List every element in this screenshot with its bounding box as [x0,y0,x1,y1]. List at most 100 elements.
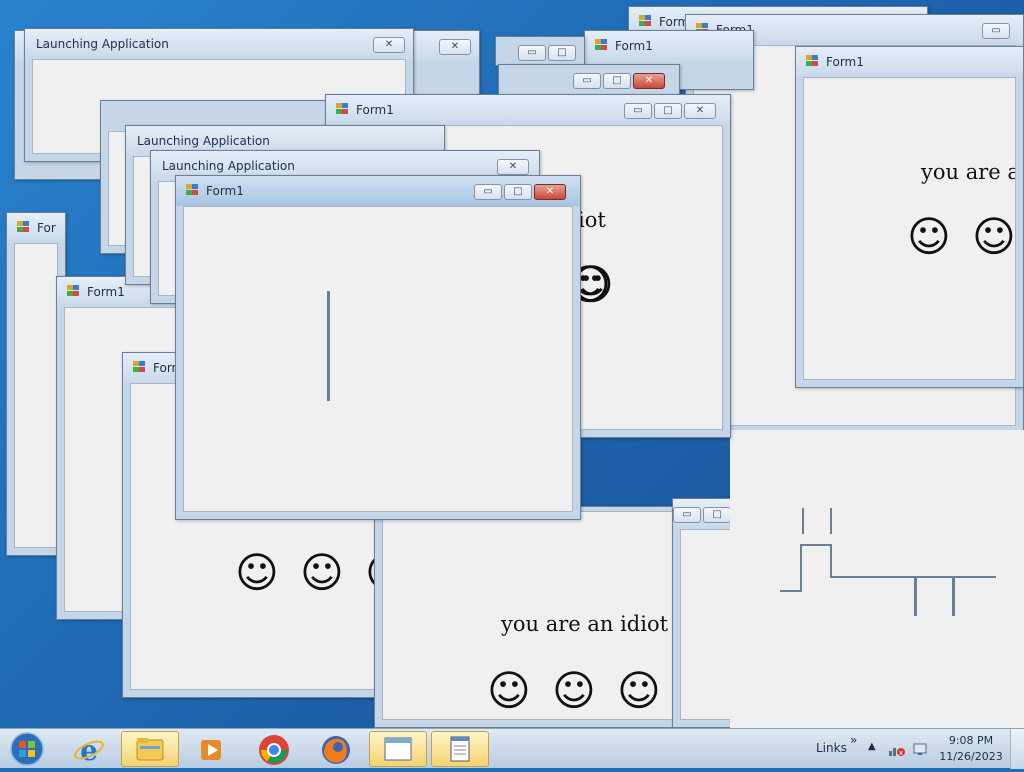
title-bar[interactable]: Form1 [585,31,753,61]
form-app-icon [595,39,608,51]
svg-text:x: x [899,749,903,757]
window-form1[interactable]: you are an idiot ☺ ☺ ☺ [374,506,684,728]
smiley-icon: ☺ [235,548,279,597]
network-error-icon[interactable]: x [888,741,906,757]
clock-time: 9:08 PM [948,734,994,747]
window-form1[interactable]: Form1 you are an ☺ ☺ [795,46,1024,388]
idiot-message: you are an idiot [501,612,669,636]
window-icon [384,737,412,761]
start-button[interactable] [2,731,52,767]
close-button[interactable]: ✕ [439,39,471,55]
render-artifact [730,430,1024,728]
taskbar-item-internet-explorer[interactable]: e [60,731,118,767]
render-artifact [952,578,955,616]
minimize-button[interactable]: ▭ [474,184,502,200]
render-artifact [327,291,330,401]
taskbar-item-notepad-app[interactable] [431,731,489,767]
media-player-icon [201,740,221,760]
form-client-area [14,243,58,548]
form-app-icon [67,285,80,297]
taskbar-item-google-chrome[interactable] [245,731,303,767]
form-app-icon [639,15,652,27]
taskbar-item-form1-app[interactable] [369,731,427,767]
render-artifact [914,578,917,616]
taskbar-item-windows-explorer[interactable] [121,731,179,767]
taskbar-item-windows-media-player[interactable] [182,731,240,767]
window-controls: ✕ [373,37,405,53]
window-title: Forr [153,361,177,375]
taskbar-item-mozilla-firefox[interactable] [307,731,365,767]
maximize-button[interactable]: □ [654,103,682,119]
smiley-icon: ☺ [617,666,661,715]
render-artifact [830,544,832,578]
form-client-area: you are an idiot ☺ ☺ ☺ [382,511,676,720]
minimize-button[interactable]: ▭ [982,23,1010,39]
window-title: Form1 [615,39,653,53]
render-artifact [800,544,802,592]
window-controls: ▭ □ ✕ [573,73,665,89]
title-bar[interactable]: Launching Application ✕ [25,29,413,59]
minimize-button[interactable]: ▭ [573,73,601,89]
render-artifact [830,508,832,534]
window-title: Launching Application [36,37,169,51]
window-title: Form1 [87,285,125,299]
window-title: Launching Application [162,159,295,173]
maximize-button[interactable]: □ [548,45,576,61]
maximize-button[interactable]: □ [703,507,731,523]
clock-date: 11/26/2023 [939,750,1003,763]
window-controls: ▭ □ [518,45,576,61]
window-title: Form1 [826,55,864,69]
desktop: Form1 Form1 ▭ Form1 ▭ □ ▭ □ ✕ [0,0,1024,728]
form-app-icon [133,361,146,373]
form-app-icon [17,221,30,233]
smiley-icon: ☺ [552,666,596,715]
window-title: Launching Application [137,134,270,148]
close-button[interactable]: ✕ [633,73,665,89]
title-bar[interactable]: For [7,213,65,243]
firefox-icon [322,736,350,764]
action-center-icon[interactable] [912,741,928,757]
taskbar: e Links » ▲ x 9:08 PM 11/26/2023 [0,728,1024,769]
window-controls: ▭ □ ✕ [474,184,566,200]
smiley-icon: ☺ [487,666,531,715]
close-button[interactable]: ✕ [534,184,566,200]
title-bar[interactable]: Form1 [796,47,1023,77]
close-button[interactable]: ✕ [373,37,405,53]
window-form1[interactable]: ▭ □ [495,36,585,66]
chrome-icon [259,735,289,765]
svg-text:e: e [80,734,98,767]
title-bar[interactable]: Form1 ▭ □ ✕ [176,176,580,206]
minimize-button[interactable]: ▭ [673,507,701,523]
window-controls: ✕ [439,39,471,55]
show-hidden-icons-button[interactable]: ▲ [868,741,876,752]
render-artifact [802,508,804,534]
system-clock[interactable]: 9:08 PM 11/26/2023 [936,733,1006,765]
window-form1[interactable]: ▭ □ ✕ [498,64,680,98]
close-button[interactable]: ✕ [497,159,529,175]
window-title: For [37,221,56,235]
maximize-button[interactable]: □ [504,184,532,200]
window-controls: ▭ □ ✕ [624,103,716,119]
window-controls: ✕ [497,159,529,175]
smiley-icon: ☺ [972,212,1016,261]
close-button[interactable]: ✕ [684,103,716,119]
ie-icon: e [74,734,104,767]
window-form1-focused[interactable]: Form1 ▭ □ ✕ [175,175,581,520]
window-title: Form1 [356,103,394,117]
maximize-button[interactable]: □ [603,73,631,89]
links-toolbar[interactable]: Links [816,741,847,755]
minimize-button[interactable]: ▭ [624,103,652,119]
form-client-area [183,206,573,512]
render-artifact [780,590,800,592]
form-app-icon [336,103,349,115]
idiot-message-fragment: iot [578,208,606,232]
windows-logo-icon [10,732,44,766]
render-artifact [800,544,830,546]
minimize-button[interactable]: ▭ [518,45,546,61]
window-title: Form1 [206,184,244,198]
form-app-icon [186,184,199,196]
render-artifact [830,576,996,578]
links-chevron-icon[interactable]: » [850,733,857,747]
title-bar[interactable]: Form1 ▭ □ ✕ [326,95,730,125]
show-desktop-button[interactable] [1010,729,1024,769]
